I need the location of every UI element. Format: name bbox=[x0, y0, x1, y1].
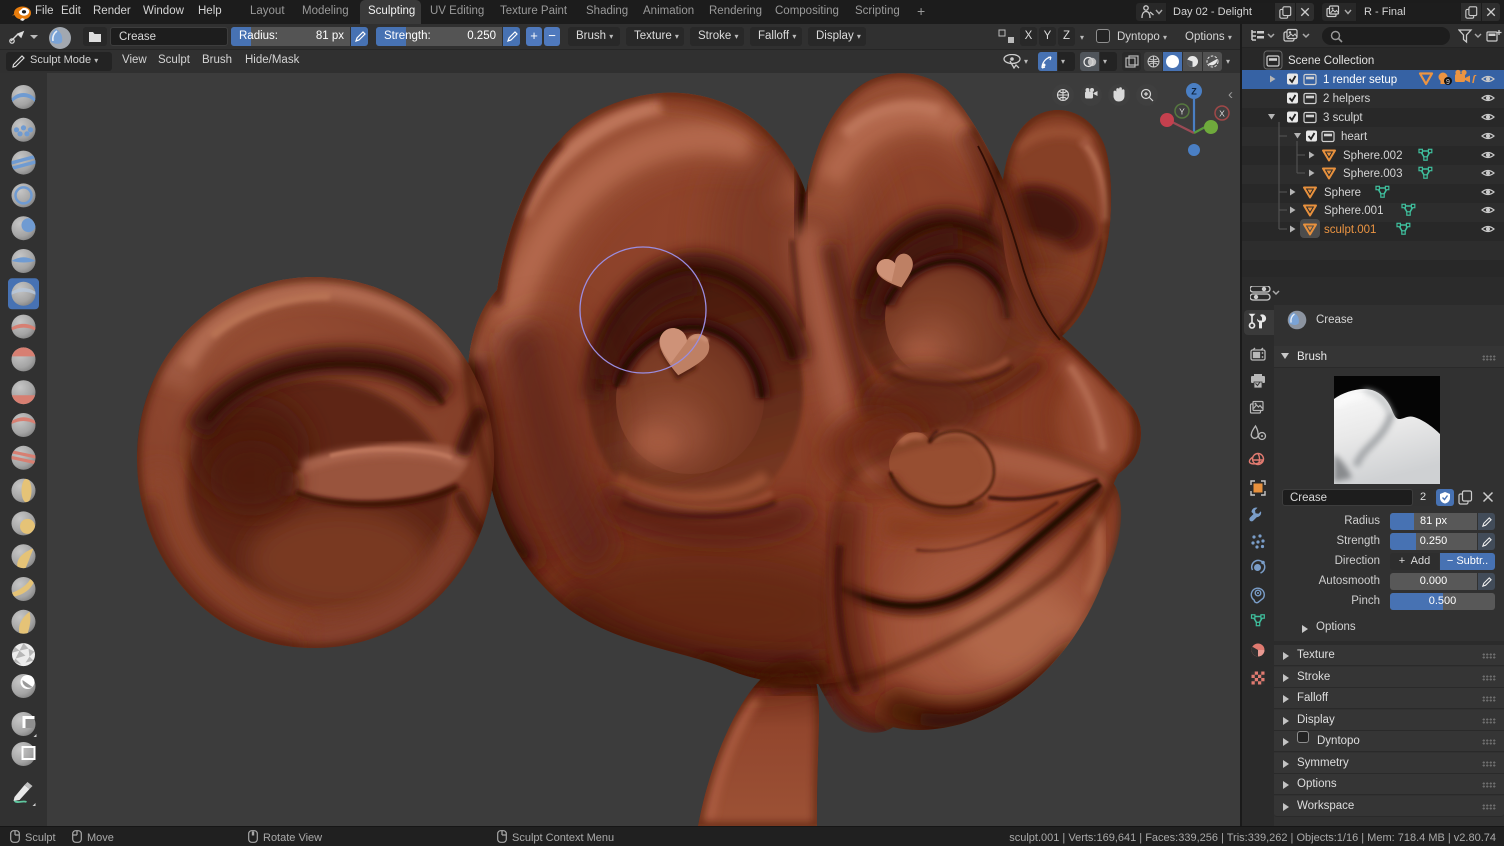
svg-text:Scene Collection: Scene Collection bbox=[1288, 55, 1374, 67]
svg-text:3 sculpt: 3 sculpt bbox=[1323, 112, 1363, 124]
svg-text:1 render setup: 1 render setup bbox=[1323, 74, 1397, 86]
svg-text:Sphere.002: Sphere.002 bbox=[1343, 150, 1402, 162]
svg-text:Sphere.001: Sphere.001 bbox=[1324, 205, 1383, 217]
svg-text:heart: heart bbox=[1341, 131, 1368, 143]
svg-text:Y: Y bbox=[1179, 107, 1185, 117]
svg-text:Sphere.003: Sphere.003 bbox=[1343, 168, 1402, 180]
svg-text:ſ: ſ bbox=[1472, 74, 1477, 86]
svg-text:2 helpers: 2 helpers bbox=[1323, 93, 1371, 105]
svg-text:Sphere: Sphere bbox=[1324, 187, 1361, 199]
svg-text:sculpt.001: sculpt.001 bbox=[1324, 224, 1376, 236]
svg-text:X: X bbox=[1219, 109, 1225, 119]
svg-text:Z: Z bbox=[1191, 87, 1197, 97]
svg-text:9: 9 bbox=[1446, 79, 1450, 86]
